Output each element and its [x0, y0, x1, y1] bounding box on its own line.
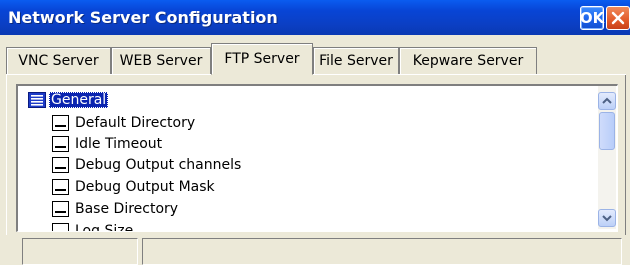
tree-item-idle-timeout[interactable]: Idle Timeout — [52, 134, 162, 154]
vertical-scrollbar[interactable] — [598, 86, 616, 229]
status-pane-1 — [22, 238, 138, 265]
leaf-node-icon — [52, 157, 69, 173]
leaf-node-icon — [52, 136, 69, 152]
leaf-node-icon — [52, 201, 69, 217]
tree-item-label: Default Directory — [75, 115, 196, 131]
tree-item-log-size[interactable]: Log Size — [52, 221, 134, 232]
tree-root-general[interactable]: General — [28, 90, 109, 110]
tab-ftp-server[interactable]: FTP Server — [211, 43, 313, 75]
chevron-down-icon — [602, 215, 612, 222]
tree-item-label: Base Directory — [75, 201, 179, 217]
tree-item-label: Debug Output channels — [75, 157, 242, 173]
title-bar: Network Server Configuration OK — [0, 0, 630, 35]
tab-web-server[interactable]: WEB Server — [111, 47, 211, 74]
leaf-node-icon — [52, 223, 69, 231]
status-pane-2 — [142, 238, 622, 265]
tab-kepware-server[interactable]: Kepware Server — [399, 47, 537, 74]
tree-root-label: General — [49, 92, 109, 108]
scroll-up-button[interactable] — [598, 92, 616, 110]
tree-item-base-directory[interactable]: Base Directory — [52, 199, 178, 219]
settings-tree[interactable]: General Default Directory Idle Timeout D… — [16, 84, 618, 232]
tree-item-label: Log Size — [75, 223, 134, 232]
scroll-down-button[interactable] — [598, 209, 616, 227]
tab-vnc-server[interactable]: VNC Server — [6, 47, 111, 74]
tree-item-debug-output-channels[interactable]: Debug Output channels — [52, 155, 241, 175]
leaf-node-icon — [52, 179, 69, 195]
close-icon — [611, 11, 625, 25]
document-list-icon — [28, 92, 46, 108]
status-bar — [0, 235, 630, 265]
tab-file-server[interactable]: File Server — [313, 47, 399, 74]
chevron-up-icon — [602, 97, 612, 104]
tab-strip: VNC Server WEB Server FTP Server File Se… — [0, 35, 630, 75]
leaf-node-icon — [52, 115, 69, 131]
scroll-thumb[interactable] — [599, 112, 615, 150]
tree-item-label: Idle Timeout — [75, 136, 163, 152]
window-title: Network Server Configuration — [8, 8, 278, 27]
tree-item-default-directory[interactable]: Default Directory — [52, 113, 195, 133]
close-button[interactable] — [606, 6, 630, 30]
tree-item-label: Debug Output Mask — [75, 179, 215, 195]
ok-button[interactable]: OK — [580, 6, 604, 30]
tree-item-debug-output-mask[interactable]: Debug Output Mask — [52, 177, 215, 197]
